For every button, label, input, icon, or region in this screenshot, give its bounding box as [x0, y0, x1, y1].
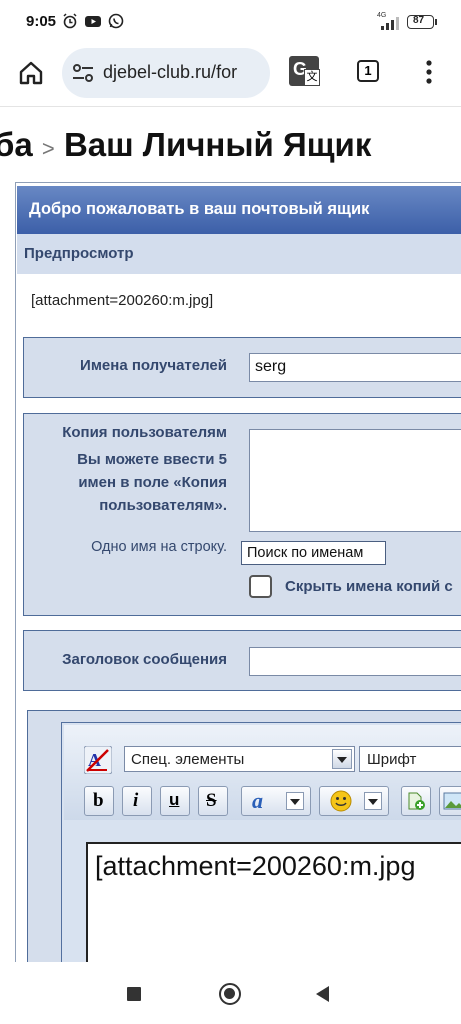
cc-hint: Вы можете ввести 5 имен в поле «Копия по…	[77, 451, 227, 514]
alarm-icon	[63, 13, 77, 29]
smiley-icon	[330, 790, 352, 812]
search-names-label: Поиск по именам	[247, 545, 364, 561]
youtube-icon	[85, 16, 101, 27]
status-bar: 9:05 4G 87	[0, 0, 461, 44]
chevron-down-icon[interactable]	[286, 792, 304, 810]
chevron-down-icon[interactable]	[364, 792, 382, 810]
preview-content: [attachment=200260:m.jpg]	[31, 292, 214, 309]
cc-note: Одно имя на строку.	[91, 539, 227, 555]
preview-label: Предпросмотр	[24, 245, 134, 262]
back-icon[interactable]	[314, 985, 332, 1003]
menu-icon[interactable]	[424, 59, 434, 85]
recipients-value: serg	[255, 358, 287, 375]
font-select-value: Шрифт	[367, 751, 417, 768]
home-nav-icon[interactable]	[219, 983, 241, 1005]
strikethrough-icon: S	[206, 790, 217, 811]
emoticon-button[interactable]	[319, 786, 389, 816]
address-bar[interactable]: djebel-club.ru/for	[62, 48, 270, 98]
font-color-button[interactable]: a	[241, 786, 311, 816]
recipients-label: Имена получателей	[80, 357, 227, 374]
translate-icon[interactable]: G 文	[289, 56, 320, 86]
system-nav-bar	[0, 962, 461, 1024]
hide-cc-checkbox[interactable]	[249, 575, 272, 598]
special-elements-value: Спец. элементы	[131, 751, 245, 768]
signal-icon	[381, 17, 399, 30]
page-heading: Ваш Личный Ящик	[63, 126, 372, 163]
chevron-down-icon[interactable]	[332, 749, 352, 769]
underline-button[interactable]: u	[160, 786, 190, 816]
remove-format-icon[interactable]: A	[84, 746, 112, 774]
page-title: ба > Ваш Личный Ящик	[0, 126, 371, 164]
breadcrumb-separator: >	[41, 136, 55, 161]
recipients-input[interactable]: serg	[249, 353, 461, 382]
clock: 9:05	[26, 13, 57, 30]
welcome-header: Добро пожаловать в ваш почтовый ящик	[17, 186, 461, 234]
insert-link-button[interactable]	[401, 786, 431, 816]
battery-level: 87	[413, 15, 425, 26]
cc-textarea[interactable]	[249, 429, 461, 532]
cc-label: Копия пользователям	[62, 424, 227, 441]
url-text: djebel-club.ru/for	[103, 62, 238, 82]
breadcrumb-prev[interactable]: ба	[0, 126, 33, 163]
add-link-icon	[408, 792, 425, 810]
message-body-textarea[interactable]: [attachment=200260:m.jpg	[86, 842, 461, 974]
preview-header: Предпросмотр	[17, 234, 461, 274]
message-body-text: [attachment=200260:m.jpg	[95, 851, 416, 881]
italic-button[interactable]: i	[122, 786, 152, 816]
strikethrough-button[interactable]: S	[198, 786, 228, 816]
site-settings-icon[interactable]	[72, 63, 94, 83]
insert-image-button[interactable]	[439, 786, 461, 816]
italic-icon: i	[133, 790, 139, 811]
home-icon[interactable]	[18, 60, 44, 86]
subject-label: Заголовок сообщения	[62, 651, 227, 668]
image-icon	[443, 792, 461, 810]
battery-icon: 87	[407, 15, 434, 29]
bold-icon: b	[93, 790, 104, 811]
font-select[interactable]: Шрифт	[359, 746, 461, 772]
welcome-text: Добро пожаловать в ваш почтовый ящик	[29, 200, 370, 218]
hide-cc-label: Скрыть имена копий с	[285, 578, 453, 595]
special-elements-select[interactable]: Спец. элементы	[124, 746, 355, 772]
tab-count: 1	[364, 63, 372, 78]
tab-switcher-button[interactable]: 1	[357, 60, 379, 82]
search-names-button[interactable]: Поиск по именам	[241, 541, 386, 565]
browser-toolbar: djebel-club.ru/for G 文 1	[0, 44, 461, 107]
underline-icon: u	[169, 790, 180, 809]
whatsapp-icon	[108, 13, 124, 29]
font-color-icon: a	[252, 788, 263, 813]
recents-icon[interactable]	[127, 987, 141, 1001]
bold-button[interactable]: b	[84, 786, 114, 816]
battery-tip	[435, 19, 437, 25]
subject-input[interactable]	[249, 647, 461, 676]
